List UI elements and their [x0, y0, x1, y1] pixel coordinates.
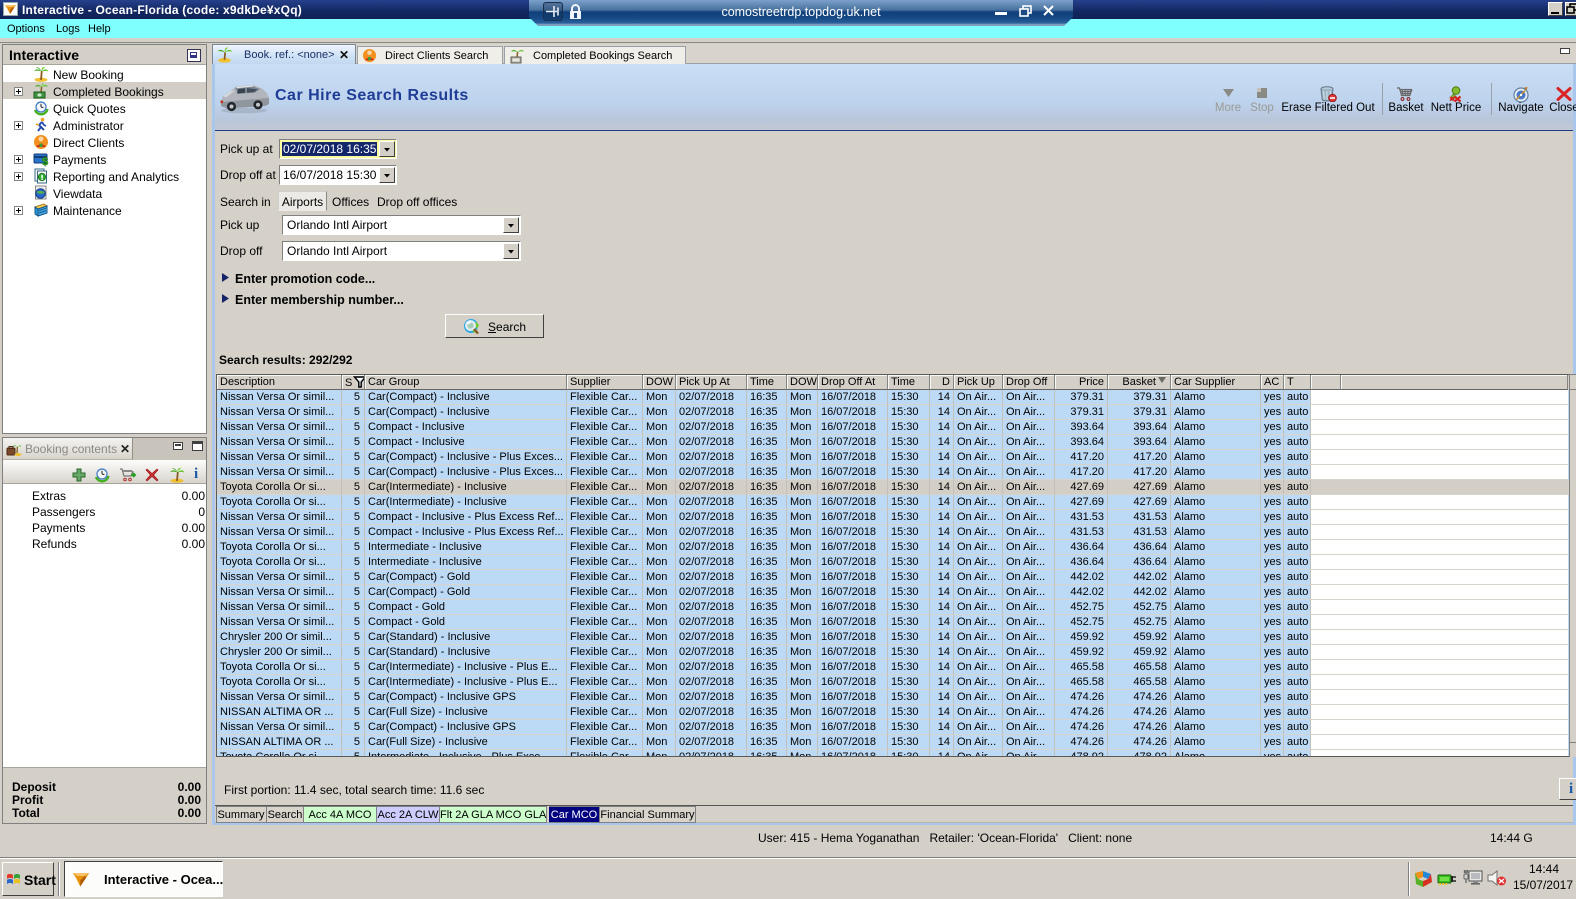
svg-text:$: $	[42, 156, 48, 167]
